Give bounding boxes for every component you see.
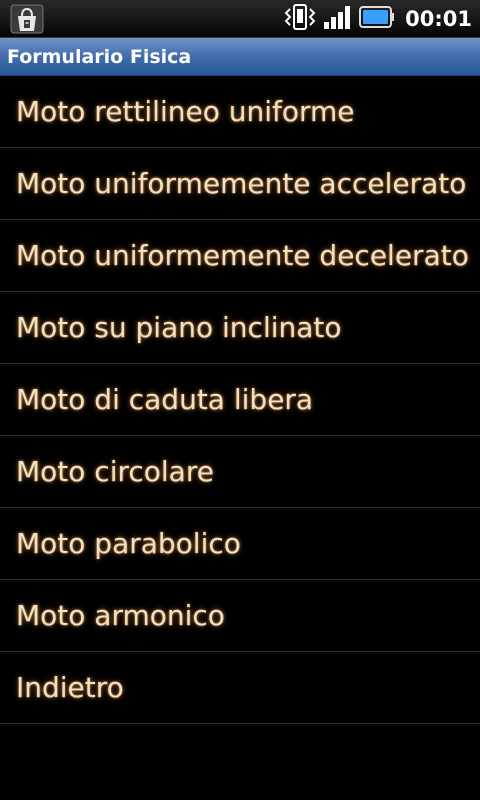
list-item-label: Moto uniformemente accelerato [16,167,467,200]
vibrate-icon [283,3,317,35]
list-item-label: Moto uniformemente decelerato [16,239,469,272]
list-item-label: Moto parabolico [16,527,241,560]
list-item-label: Moto circolare [16,455,214,488]
list-item-indietro[interactable]: Indietro [0,652,480,724]
status-bar: 00:01 [0,0,480,38]
battery-icon [359,5,395,33]
list-item-moto-armonico[interactable]: Moto armonico [0,580,480,652]
list-item-label: Indietro [16,671,124,704]
list-item-moto-circolare[interactable]: Moto circolare [0,436,480,508]
list-item-moto-parabolico[interactable]: Moto parabolico [0,508,480,580]
clock: 00:01 [405,7,472,31]
status-icons: 00:01 [283,0,472,38]
list-item-label: Moto su piano inclinato [16,311,342,344]
list-item-moto-su-piano-inclinato[interactable]: Moto su piano inclinato [0,292,480,364]
list-item-moto-di-caduta-libera[interactable]: Moto di caduta libera [0,364,480,436]
list-item-moto-uniformemente-accelerato[interactable]: Moto uniformemente accelerato [0,148,480,220]
shopping-bag-notification-icon[interactable] [10,4,44,34]
signal-icon [323,4,353,34]
list-item-label: Moto armonico [16,599,225,632]
list-item-moto-uniformemente-decelerato[interactable]: Moto uniformemente decelerato [0,220,480,292]
app-title: Formulario Fisica [7,46,192,68]
list-item-label: Moto rettilineo uniforme [16,95,355,128]
menu-list: Moto rettilineo uniforme Moto uniformeme… [0,76,480,724]
title-bar: Formulario Fisica [0,38,480,76]
list-item-label: Moto di caduta libera [16,383,314,416]
list-item-moto-rettilineo-uniforme[interactable]: Moto rettilineo uniforme [0,76,480,148]
